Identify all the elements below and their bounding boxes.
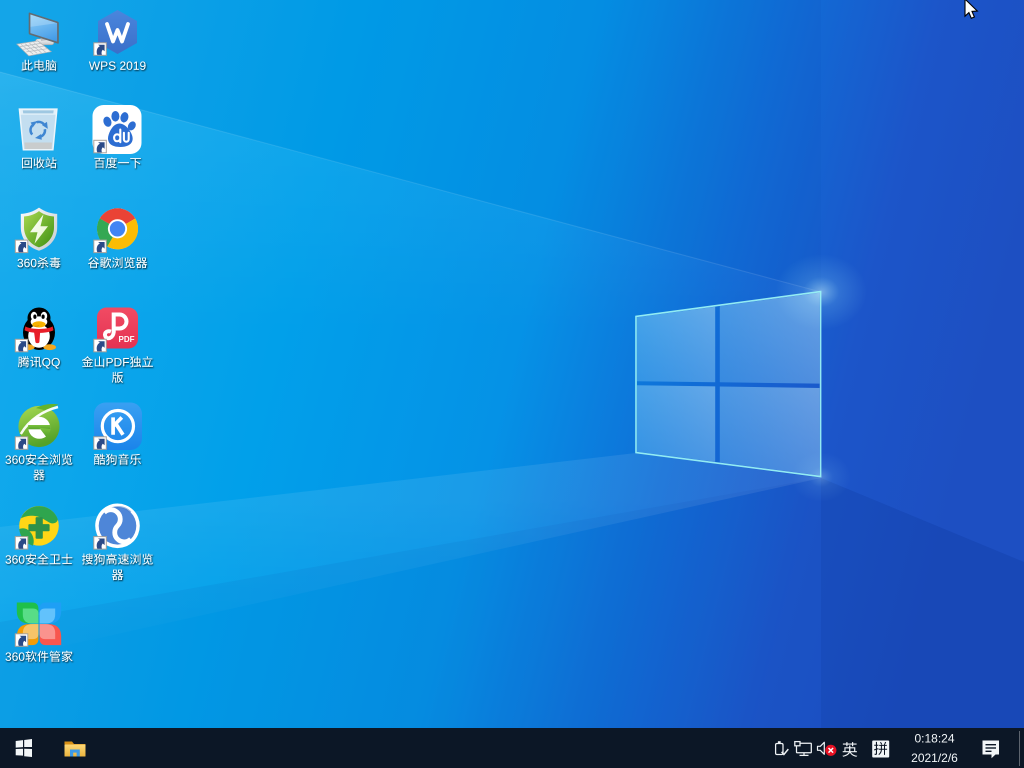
svg-text:PDF: PDF (119, 335, 135, 344)
svg-text:0:18:24: 0:18:24 (914, 732, 954, 746)
svg-text:2021/2/6: 2021/2/6 (911, 751, 958, 765)
